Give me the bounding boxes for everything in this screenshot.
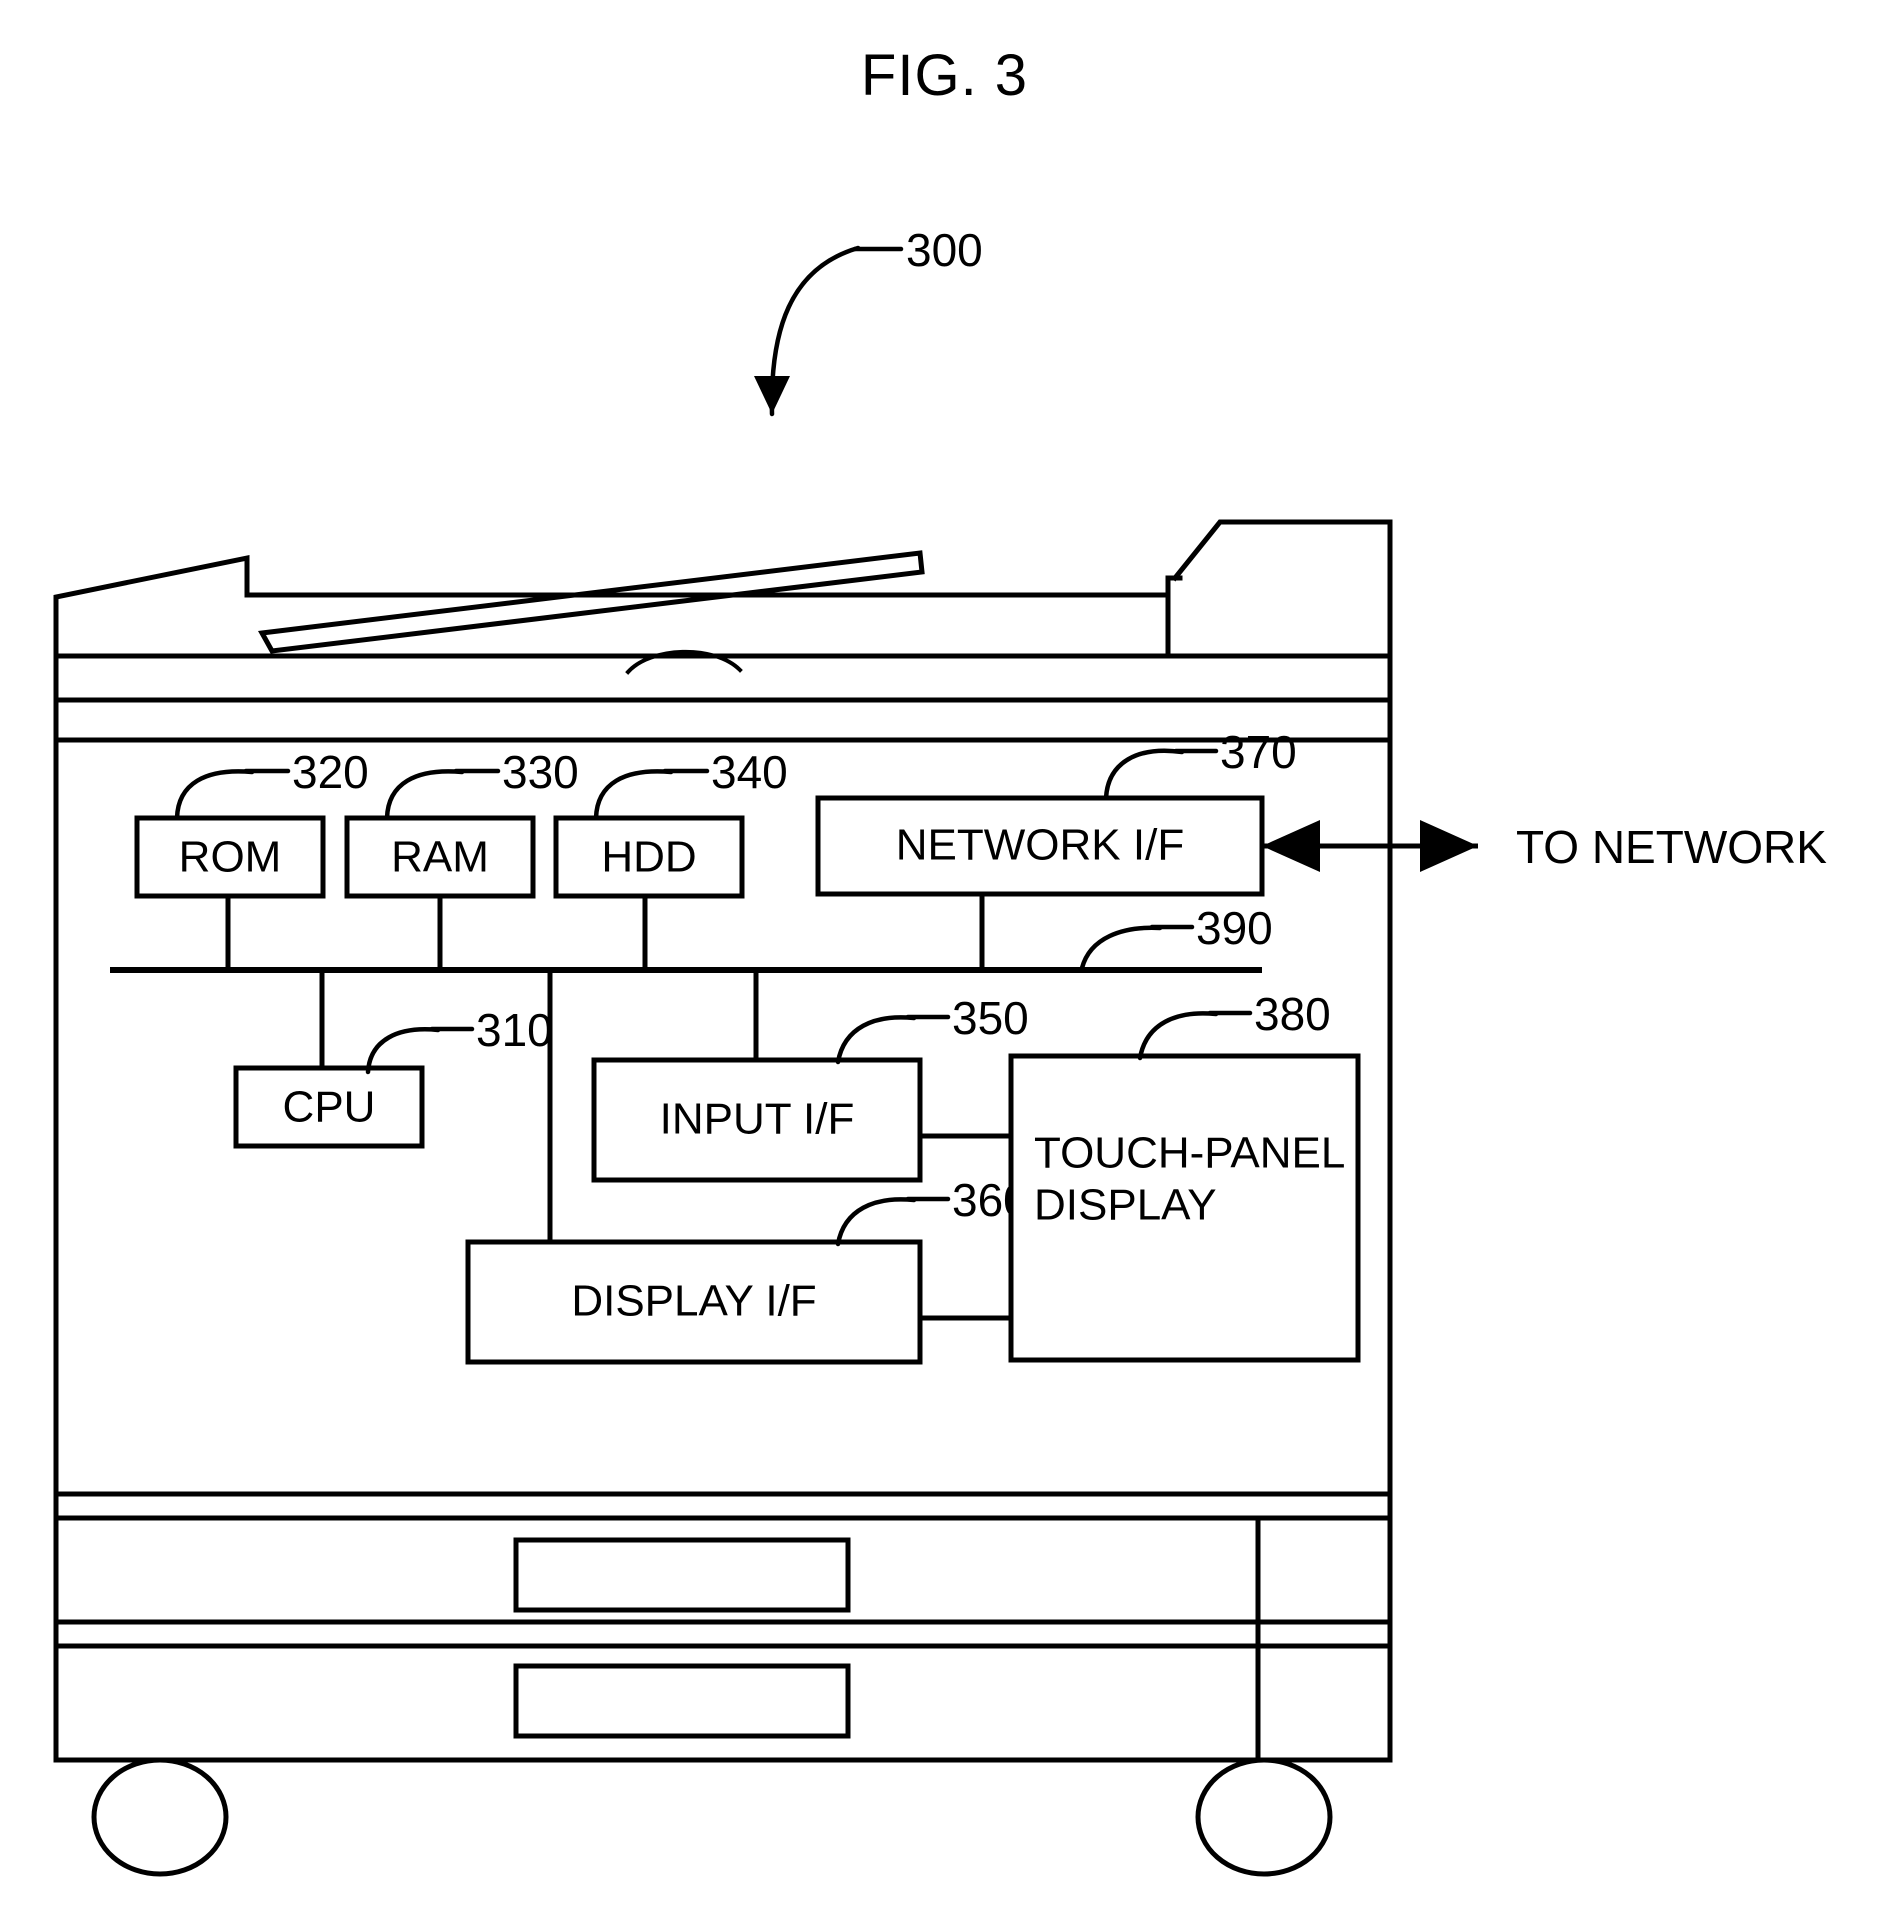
device-ref-leader (769, 245, 861, 417)
display-if-ref-leader (835, 1197, 917, 1247)
input-if-label: INPUT I/F (660, 1095, 855, 1144)
cassette-handle-lower (513, 1663, 851, 1739)
adf-lid-right-riser (1171, 519, 1393, 659)
platen-band (53, 653, 1393, 703)
system-bus: 390 (110, 902, 1273, 973)
touch-panel-display-label-line2: DISPLAY (1034, 1181, 1217, 1230)
input-if-ref-leader (835, 1015, 917, 1065)
network-if-ref-leader (1103, 748, 1185, 801)
network-arrow-left (1262, 820, 1320, 872)
block-ram[interactable]: RAM 330 (344, 746, 579, 970)
ref-350: 350 (952, 992, 1029, 1044)
block-input-if[interactable]: INPUT I/F 350 (591, 970, 1029, 1183)
bus-ref-leader (1079, 925, 1163, 971)
block-touch-panel-display[interactable]: TOUCH-PANEL DISPLAY 380 (1008, 988, 1361, 1363)
ref-370: 370 (1220, 726, 1297, 778)
ref-340: 340 (711, 746, 788, 798)
patent-figure: FIG. 3 300 ROM 320 RAM 330 HDD 340 NETWO… (0, 0, 1889, 1907)
block-cpu[interactable]: CPU 310 (233, 970, 553, 1149)
network-arrow-right (1420, 820, 1478, 872)
caster-wheel-left (91, 1757, 229, 1877)
cpu-label: CPU (283, 1083, 376, 1132)
to-network-label: TO NETWORK (1516, 821, 1827, 873)
rom-ref-leader (174, 769, 255, 821)
hdd-label: HDD (601, 833, 696, 882)
block-hdd[interactable]: HDD 340 (553, 746, 788, 970)
figure-drawing: 300 ROM 320 RAM 330 HDD 340 NETWORK I/F … (53, 224, 1827, 1877)
ref-380: 380 (1254, 988, 1331, 1040)
adf-lid-right-notch (1165, 575, 1183, 598)
cassette-handle-upper (513, 1537, 851, 1613)
to-network-connection: TO NETWORK (1262, 820, 1827, 873)
display-if-label: DISPLAY I/F (571, 1277, 816, 1326)
device-ref-arrowhead (754, 376, 790, 414)
touch-panel-ref-leader (1137, 1011, 1219, 1061)
ref-330: 330 (502, 746, 579, 798)
ram-label: RAM (391, 833, 489, 882)
adf-lid-body (53, 554, 1171, 659)
touch-panel-display-label-line1: TOUCH-PANEL (1034, 1129, 1345, 1178)
ref-300: 300 (906, 224, 983, 276)
rom-label: ROM (179, 833, 282, 882)
block-rom[interactable]: ROM 320 (134, 746, 369, 970)
network-if-label: NETWORK I/F (896, 821, 1184, 870)
ref-320: 320 (292, 746, 369, 798)
caster-wheel-right (1195, 1757, 1333, 1877)
ram-ref-leader (384, 769, 465, 821)
device-ref-callout: 300 (754, 224, 983, 417)
ref-310: 310 (476, 1004, 553, 1056)
document-tray-wedge (258, 550, 925, 654)
ref-390: 390 (1196, 902, 1273, 954)
hdd-ref-leader (593, 769, 674, 821)
